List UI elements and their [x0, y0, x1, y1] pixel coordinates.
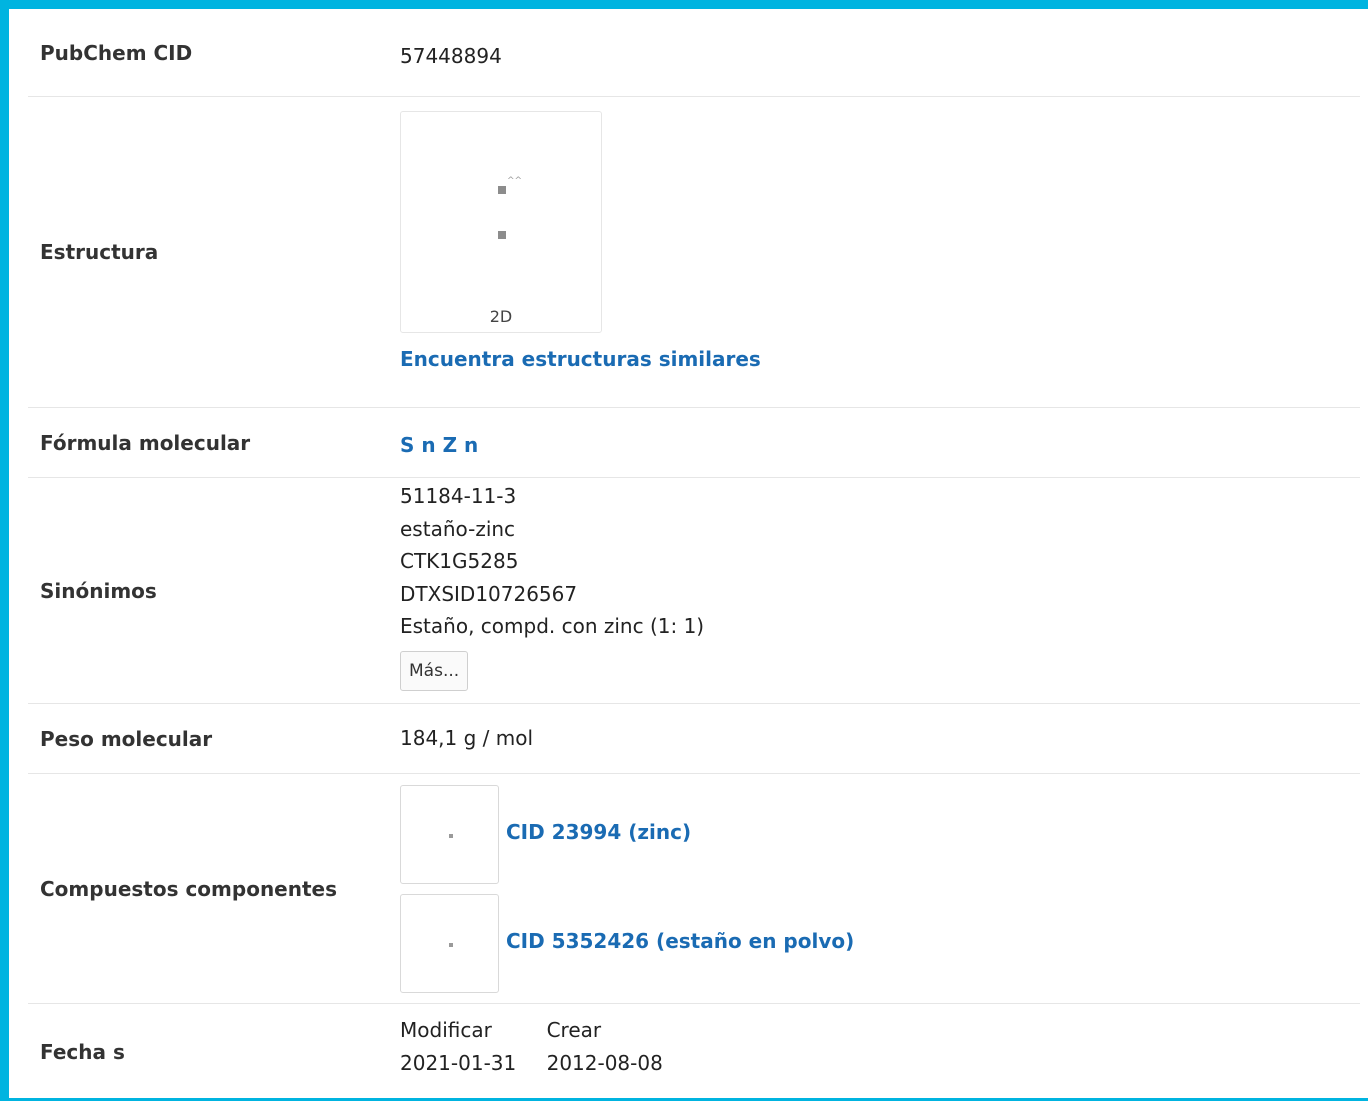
row-pubchem-cid: PubChem CID 57448894	[28, 9, 1360, 97]
weight-label: Peso molecular	[40, 726, 213, 751]
modify-header: Modificar	[400, 1018, 492, 1042]
formula-label: Fórmula molecular	[40, 430, 251, 455]
structure-2d-image[interactable]: ^^ 2D	[400, 111, 602, 333]
component-link-tin[interactable]: CID 5352426 (estaño en polvo)	[506, 929, 854, 953]
create-header: Crear	[546, 1018, 602, 1042]
structure-label: Estructura	[40, 240, 159, 264]
component-structure-thumbnail[interactable]	[400, 785, 499, 884]
charge-mark-icon: ^^	[507, 176, 523, 186]
synonym-item: Estaño, compd. con zinc (1: 1)	[400, 614, 705, 638]
formula-link[interactable]: S n Z n	[400, 433, 478, 457]
dates-label: Fecha s	[40, 1040, 125, 1064]
components-label: Compuestos componentes	[40, 876, 338, 901]
row-molecular-weight: Peso molecular 184,1 g / mol	[28, 704, 1360, 774]
component-link-zinc[interactable]: CID 23994 (zinc)	[506, 820, 691, 844]
component-structure-thumbnail[interactable]	[400, 894, 499, 993]
row-synonyms: Sinónimos 51184-11-3 estaño-zinc CTK1G52…	[28, 478, 1360, 704]
modify-date-column: Modificar 2021-01-31	[400, 1014, 516, 1080]
atom-dot-icon	[449, 834, 453, 838]
synonyms-label: Sinónimos	[40, 578, 157, 603]
row-dates: Fecha s Modificar 2021-01-31 Crear 2012-…	[28, 1004, 1360, 1100]
cid-value: 57448894	[400, 44, 502, 68]
synonym-item: estaño-zinc	[400, 516, 516, 541]
dates-table: Modificar 2021-01-31 Crear 2012-08-08	[400, 1014, 687, 1080]
atom-dot-icon	[449, 943, 453, 947]
atom-zn-icon	[498, 231, 506, 239]
more-synonyms-button[interactable]: Más...	[400, 650, 469, 691]
structure-dimension-label: 2D	[489, 307, 513, 326]
row-structure: Estructura ^^ 2D Encuentra estructuras s…	[28, 97, 1360, 408]
row-molecular-formula: Fórmula molecular S n Z n	[28, 408, 1360, 478]
cid-label: PubChem CID	[40, 40, 193, 65]
synonym-item: CTK1G5285	[400, 549, 519, 573]
row-component-compounds: Compuestos componentes CID 23994 (zinc) …	[28, 774, 1360, 1004]
find-similar-structures-link[interactable]: Encuentra estructuras similares	[400, 347, 761, 371]
atom-sn-icon	[498, 186, 506, 194]
synonyms-list: 51184-11-3 estaño-zinc CTK1G5285 DTXSID1…	[400, 480, 704, 691]
compound-summary-table: PubChem CID 57448894 Estructura ^^ 2D En…	[28, 9, 1360, 1100]
synonym-item: 51184-11-3	[400, 484, 517, 508]
create-date-column: Crear 2012-08-08	[547, 1014, 663, 1080]
modify-date-value: 2021-01-31	[400, 1051, 517, 1075]
weight-value: 184,1 g / mol	[400, 726, 534, 750]
create-date-value: 2012-08-08	[546, 1051, 663, 1075]
synonym-item: DTXSID10726567	[400, 581, 578, 606]
